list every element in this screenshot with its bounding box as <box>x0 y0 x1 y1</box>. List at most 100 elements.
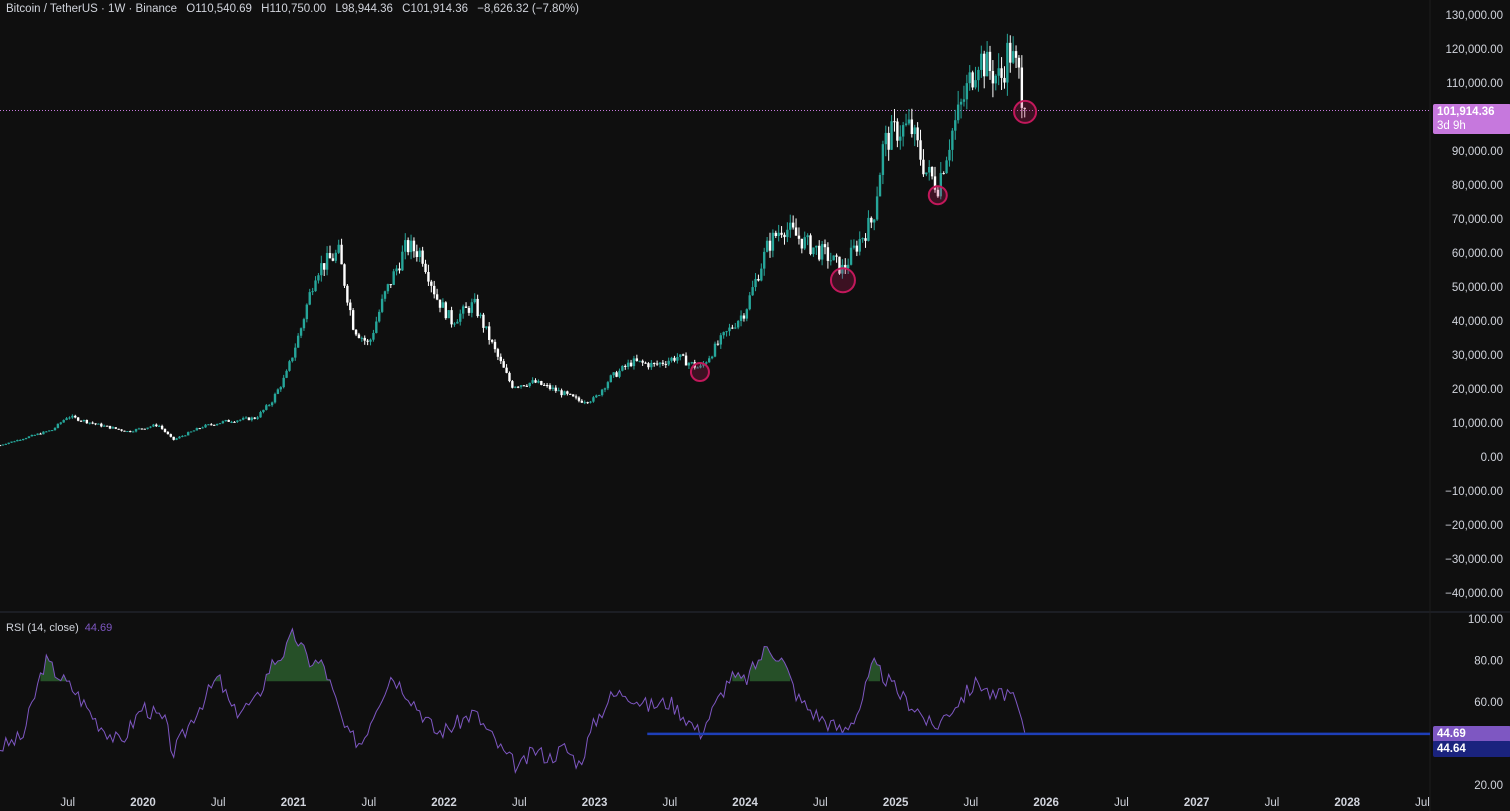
candle-body <box>152 424 155 427</box>
candle-body <box>1017 57 1021 68</box>
time-tick-label: Jul <box>1265 797 1280 809</box>
candle-body <box>56 423 60 428</box>
candle-body <box>450 310 453 325</box>
candle-body <box>129 431 132 433</box>
candle-body <box>253 417 256 419</box>
candle-body <box>123 430 126 432</box>
candle-body <box>684 355 688 366</box>
candle-body <box>380 298 384 312</box>
candle-body <box>325 253 329 270</box>
candle-body <box>577 397 581 401</box>
candle-body <box>369 339 372 342</box>
candle-body <box>192 430 196 432</box>
candle-body <box>105 425 109 427</box>
candle-body <box>291 357 294 362</box>
candle-body <box>473 298 476 303</box>
candle-body <box>907 119 911 124</box>
rsi-tick-label: 80.00 <box>1474 656 1503 668</box>
candle-body <box>131 431 135 433</box>
candle-body <box>496 349 500 357</box>
last-price-badge: 101,914.36 3d 9h <box>1433 104 1510 134</box>
candle-body <box>681 354 685 356</box>
candle-body <box>1006 42 1009 83</box>
candle-body <box>71 415 74 418</box>
candle-body <box>230 421 233 423</box>
candle-body <box>574 396 578 398</box>
candle-body <box>858 239 861 252</box>
candle-body <box>421 250 424 264</box>
time-tick-label: 2023 <box>582 797 608 809</box>
candle-body <box>74 415 77 418</box>
candle-body <box>514 386 517 388</box>
candle-body <box>357 334 361 338</box>
price-tick-label: 70,000.00 <box>1452 214 1503 226</box>
candle-body <box>661 362 665 364</box>
candle-body <box>676 356 679 361</box>
chart-canvas[interactable]: 130,000.00120,000.00110,000.00100,000.00… <box>0 0 1510 811</box>
candle-body <box>734 327 737 329</box>
candle-body <box>635 358 639 361</box>
candle-body <box>285 370 288 378</box>
candle-body <box>62 420 65 423</box>
candle-body <box>890 121 893 150</box>
candle-body <box>965 83 969 100</box>
candle-body <box>551 387 555 389</box>
candle-body <box>42 431 45 435</box>
time-tick-label: 2024 <box>732 797 758 809</box>
candle-body <box>560 390 563 396</box>
candle-body <box>954 120 957 131</box>
candle-body <box>655 363 659 365</box>
bar-countdown: 3d 9h <box>1437 120 1466 132</box>
candle-body <box>10 441 13 443</box>
candle-body <box>534 380 537 383</box>
candle-body <box>412 240 416 252</box>
price-tick-label: −40,000.00 <box>1445 588 1503 600</box>
candle-body <box>221 421 225 424</box>
candle-body <box>600 389 604 396</box>
candle-body <box>108 425 112 429</box>
candle-body <box>19 439 22 441</box>
time-tick-label: Jul <box>662 797 677 809</box>
candle-body <box>873 219 876 223</box>
time-tick-label: 2027 <box>1184 797 1210 809</box>
price-tick-label: −20,000.00 <box>1445 520 1503 532</box>
candle-body <box>566 391 569 394</box>
candle-body <box>922 159 925 175</box>
candle-body <box>997 68 1000 76</box>
candle-body <box>913 127 916 135</box>
support-line-badge: 44.64 <box>1433 741 1510 757</box>
candle-body <box>328 253 332 259</box>
rsi-tick-label: 100.00 <box>1468 614 1503 626</box>
candle-body <box>401 251 404 271</box>
candle-body <box>658 362 662 365</box>
candle-body <box>968 72 971 84</box>
change-value: −8,626.32 (−7.80%) <box>477 3 579 15</box>
candle-body <box>172 436 175 440</box>
candle-body <box>464 306 468 308</box>
candle-body <box>479 314 482 317</box>
candle-body <box>554 387 557 391</box>
candle-body <box>771 232 775 251</box>
candle-body <box>525 385 529 387</box>
highlight-circle <box>689 362 710 382</box>
candle-body <box>268 405 271 407</box>
candle-body <box>650 362 653 368</box>
candle-body <box>1009 42 1012 63</box>
candle-body <box>667 360 670 365</box>
candle-body <box>803 237 806 249</box>
candle-body <box>39 433 42 435</box>
candle-body <box>705 362 708 364</box>
candle-body <box>430 281 433 286</box>
candle-body <box>823 244 827 248</box>
candle-body <box>832 255 835 261</box>
candle-body <box>713 343 717 357</box>
rsi-legend[interactable]: RSI (14, close) 44.69 <box>6 622 112 634</box>
candle-body <box>548 385 552 389</box>
candle-body <box>247 417 251 421</box>
price-tick-label: 130,000.00 <box>1445 10 1503 22</box>
candle-body <box>794 227 798 236</box>
candle-body <box>282 377 285 388</box>
high-value: 110,750.00 <box>269 3 327 15</box>
candle-body <box>1 444 5 446</box>
candle-body <box>45 431 48 433</box>
